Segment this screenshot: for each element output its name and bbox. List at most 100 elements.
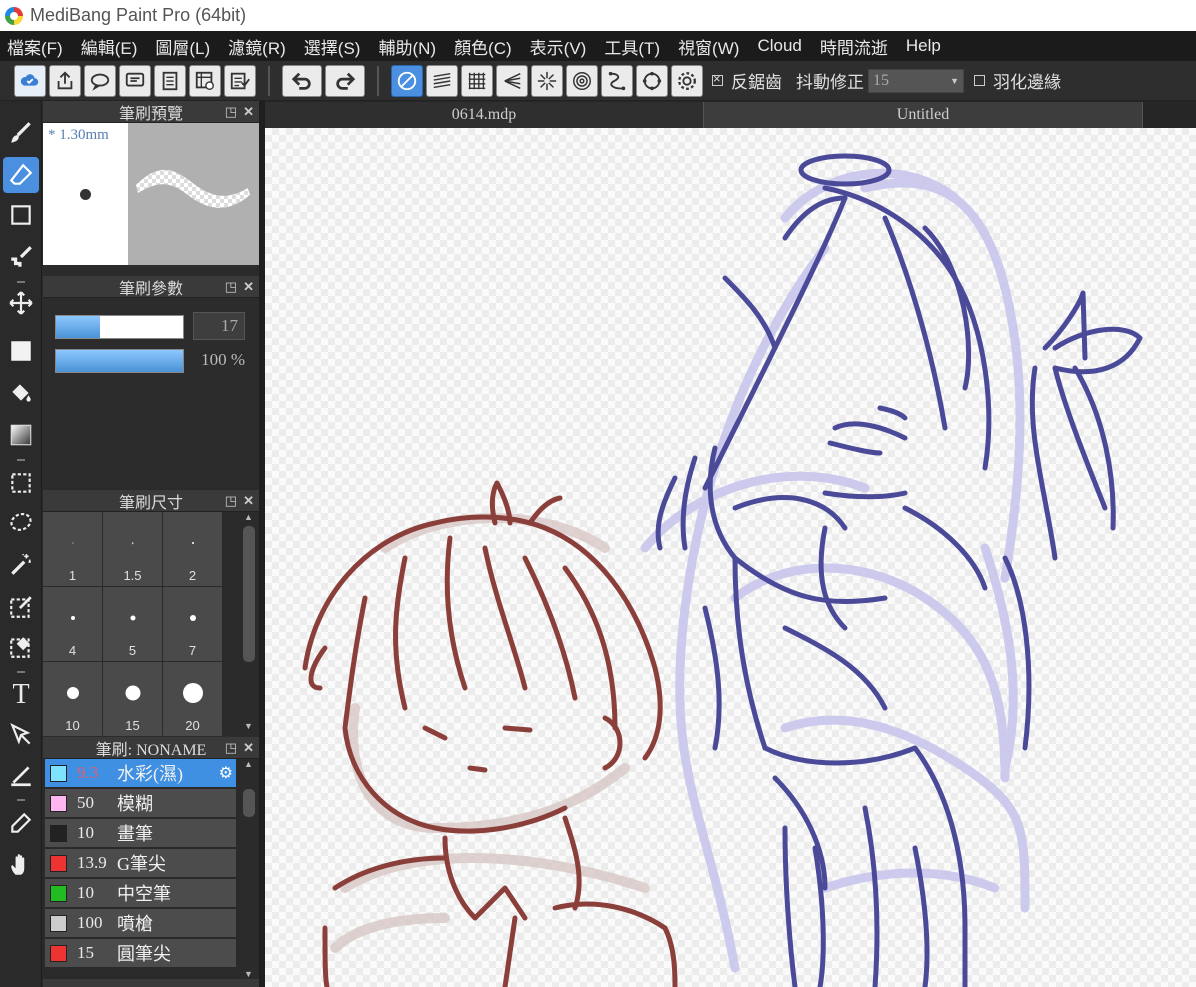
close-icon[interactable]: ✕ [243, 279, 254, 295]
brush-width-value[interactable]: 17 [193, 312, 245, 340]
brush-list-scrollbar[interactable]: ▲ ▼ [241, 759, 257, 979]
brush-size-option[interactable]: 1.5 [103, 512, 162, 586]
tab-untitled[interactable]: Untitled [703, 102, 1143, 128]
scrollbar-thumb[interactable] [243, 526, 255, 662]
scroll-down-icon[interactable]: ▼ [244, 969, 253, 979]
feather-checkbox-box[interactable] [974, 75, 985, 86]
menu-file[interactable]: 檔案(F) [7, 34, 63, 59]
brush-list-item[interactable]: 15 圓筆尖 [45, 939, 236, 968]
parallel-snap-icon[interactable] [426, 64, 458, 97]
brush-size-scrollbar[interactable]: ▲ ▼ [241, 512, 257, 731]
eraser-tool[interactable] [3, 157, 39, 193]
snap-settings-icon[interactable] [671, 64, 703, 97]
grid-snap-icon[interactable] [461, 64, 493, 97]
undo-icon[interactable] [282, 64, 322, 97]
ellipse-snap-icon[interactable] [636, 64, 668, 97]
scroll-up-icon[interactable]: ▲ [244, 512, 253, 522]
gradient-tool[interactable] [3, 417, 39, 453]
select-eraser-icon [10, 637, 30, 658]
menu-layer[interactable]: 圖層(L) [155, 34, 210, 59]
brush-item-size: 15 [77, 943, 94, 962]
menu-color[interactable]: 顏色(C) [454, 34, 512, 59]
brush-size-body: 1 1.5 2 4 5 7 10 15 20 ▲ ▼ [43, 512, 259, 736]
close-icon[interactable]: ✕ [243, 740, 254, 756]
cloud-check-icon[interactable] [14, 64, 46, 97]
tab-0614-mdp[interactable]: 0614.mdp [265, 102, 703, 128]
brush-move-tool[interactable] [3, 239, 39, 275]
brush-size-option[interactable]: 10 [43, 662, 102, 736]
scrollbar-thumb[interactable] [243, 789, 255, 817]
lasso-tool[interactable] [3, 505, 39, 541]
brush-size-option[interactable]: 5 [103, 587, 162, 661]
bucket-tool[interactable] [3, 375, 39, 411]
radial-snap-icon[interactable] [531, 64, 563, 97]
magic-wand-tool[interactable] [3, 547, 39, 583]
brush-list-item[interactable]: 9.3 水彩(濕) ⚙ [45, 759, 236, 788]
close-icon[interactable]: ✕ [243, 104, 254, 120]
hand-tool[interactable] [3, 847, 39, 883]
menu-select[interactable]: 選擇(S) [304, 34, 361, 59]
eyedropper-tool[interactable] [3, 805, 39, 841]
text-tool[interactable]: T [3, 677, 39, 713]
brush-list-item[interactable]: 50 模糊 [45, 789, 236, 818]
brush-size-option[interactable]: 7 [163, 587, 222, 661]
feather-checkbox[interactable]: 羽化邊緣 [974, 68, 1061, 93]
divide-icon [11, 766, 31, 787]
move-tool[interactable] [3, 285, 39, 321]
brush-list-item[interactable]: 13.9 G筆尖 [45, 849, 236, 878]
divide-tool[interactable] [3, 757, 39, 793]
drawing-canvas[interactable] [265, 128, 1196, 987]
timelapse-icon[interactable] [189, 64, 221, 97]
brush-size-option[interactable]: 1 [43, 512, 102, 586]
curve-snap-icon[interactable] [601, 64, 633, 97]
menu-help[interactable]: Help [906, 36, 941, 56]
float-panel-icon[interactable]: ◳ [225, 104, 237, 120]
dot-tool[interactable] [3, 197, 39, 233]
concentric-snap-icon[interactable] [566, 64, 598, 97]
brush-list-item[interactable]: 100 噴槍 [45, 909, 236, 938]
brush-width-slider[interactable] [55, 315, 184, 339]
antialias-checkbox[interactable]: 反鋸齒 [712, 68, 782, 93]
share-icon[interactable] [49, 64, 81, 97]
chat-icon[interactable] [119, 64, 151, 97]
float-panel-icon[interactable]: ◳ [225, 740, 237, 756]
brush-size-option[interactable]: 2 [163, 512, 222, 586]
brush-params-body: 17 100 % [43, 298, 259, 486]
brush-color-swatch [50, 854, 67, 872]
brush-size-option[interactable]: 20 [163, 662, 222, 736]
close-icon[interactable]: ✕ [243, 493, 254, 509]
menu-timelapse[interactable]: 時間流逝 [820, 34, 888, 59]
brush-list-item[interactable]: 10 畫筆 [45, 819, 236, 848]
fill-rect-tool[interactable] [3, 333, 39, 369]
brush-tool[interactable] [3, 115, 39, 151]
menu-window[interactable]: 視窗(W) [678, 34, 739, 59]
menu-edit[interactable]: 編輯(E) [81, 34, 138, 59]
menu-cloud[interactable]: Cloud [757, 36, 801, 56]
antialias-checkbox-box[interactable] [712, 71, 723, 86]
comment-icon[interactable] [84, 64, 116, 97]
stabilizer-select[interactable]: 15 ▼ [868, 68, 964, 93]
operation-tool[interactable] [3, 717, 39, 753]
menu-filter[interactable]: 濾鏡(R) [228, 34, 286, 59]
select-pen-tool[interactable] [3, 589, 39, 625]
select-eraser-tool[interactable] [3, 629, 39, 665]
scroll-up-icon[interactable]: ▲ [244, 759, 253, 769]
panel-header: 筆刷預覽 ◳ ✕ [43, 101, 259, 123]
float-panel-icon[interactable]: ◳ [225, 279, 237, 295]
float-panel-icon[interactable]: ◳ [225, 493, 237, 509]
menu-tool[interactable]: 工具(T) [604, 34, 660, 59]
snap-off-icon[interactable] [391, 64, 423, 97]
redo-icon[interactable] [325, 64, 365, 97]
brush-size-option[interactable]: 15 [103, 662, 162, 736]
document-icon[interactable] [154, 64, 186, 97]
scroll-down-icon[interactable]: ▼ [244, 721, 253, 731]
brush-size-option[interactable]: 4 [43, 587, 102, 661]
select-rect-tool[interactable] [3, 465, 39, 501]
checklist-icon[interactable] [224, 64, 256, 97]
gear-icon[interactable]: ⚙ [219, 763, 233, 783]
perspective-snap-icon[interactable] [496, 64, 528, 97]
brush-list-item[interactable]: 10 中空筆 [45, 879, 236, 908]
menu-snap[interactable]: 輔助(N) [378, 34, 436, 59]
brush-opacity-slider[interactable] [55, 349, 184, 373]
menu-view[interactable]: 表示(V) [530, 34, 587, 59]
